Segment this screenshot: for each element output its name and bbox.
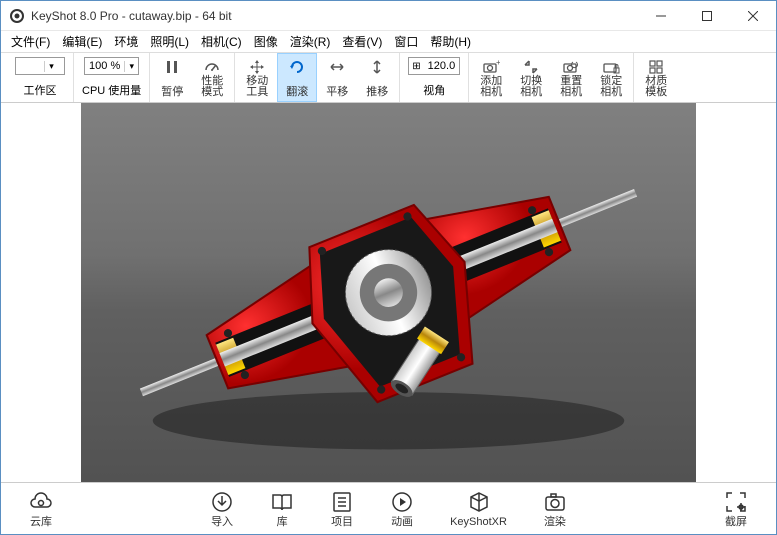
camera-switch-icon: [522, 57, 540, 76]
menu-help[interactable]: 帮助(H): [424, 31, 477, 52]
pan-icon: [328, 57, 346, 77]
book-icon: [270, 489, 294, 515]
pan-button[interactable]: 平移: [317, 53, 357, 102]
chevron-down-icon: ▾: [124, 61, 138, 72]
cpu-usage-combo[interactable]: 100 %▾ CPU 使用量: [76, 53, 147, 102]
model-cutaway-render: [81, 103, 696, 482]
rotate-icon: [288, 57, 306, 77]
cloud-icon: [29, 489, 53, 515]
bottombar: 云库 导入 库 项目 动画 KeyShotXR 渲染 截屏: [1, 482, 776, 534]
menu-view[interactable]: 查看(V): [336, 31, 388, 52]
menu-render[interactable]: 渲染(R): [284, 31, 337, 52]
titlebar: KeyShot 8.0 Pro - cutaway.bip - 64 bit: [1, 1, 776, 31]
library-button[interactable]: 库: [252, 483, 312, 534]
camera-plus-icon: +: [482, 57, 500, 76]
minimize-button[interactable]: [638, 1, 684, 31]
render-view[interactable]: [81, 103, 696, 482]
move-icon: [248, 57, 266, 76]
reset-camera-button[interactable]: 重置 相机: [551, 53, 591, 102]
move-tool-button[interactable]: 移动 工具: [237, 53, 277, 102]
list-icon: [330, 489, 354, 515]
dolly-icon: [368, 57, 386, 77]
pause-button[interactable]: 暂停: [152, 53, 192, 102]
app-logo-icon: [9, 8, 25, 24]
performance-button[interactable]: 性能 模式: [192, 53, 232, 102]
screenshot-button[interactable]: 截屏: [706, 483, 766, 534]
tumble-button[interactable]: 翻滚: [277, 53, 317, 102]
material-icon: [647, 57, 665, 76]
render-button[interactable]: 渲染: [525, 483, 585, 534]
angle-icon: ⊞: [409, 61, 423, 72]
menu-camera[interactable]: 相机(C): [195, 31, 248, 52]
keyshotxr-button[interactable]: KeyShotXR: [432, 483, 525, 534]
toolbar: ▾ 工作区 100 %▾ CPU 使用量 暂停 性能 模式 移动 工具 翻滚: [1, 53, 776, 103]
workspace-combo[interactable]: ▾ 工作区: [9, 53, 71, 102]
viewport-left-margin: [1, 103, 81, 482]
gauge-icon: [203, 57, 221, 76]
menubar: 文件(F) 编辑(E) 环境 照明(L) 相机(C) 图像 渲染(R) 查看(V…: [1, 31, 776, 53]
svg-text:+: +: [496, 58, 500, 67]
material-template-button[interactable]: 材质 模板: [636, 53, 676, 102]
cloud-library-button[interactable]: 云库: [11, 483, 71, 534]
add-camera-button[interactable]: + 添加 相机: [471, 53, 511, 102]
pause-icon: [163, 57, 181, 77]
crop-target-icon: [724, 489, 748, 515]
chevron-down-icon: ▾: [44, 61, 58, 72]
import-icon: [210, 489, 234, 515]
camera-lock-icon: [602, 57, 620, 76]
play-circle-icon: [390, 489, 414, 515]
maximize-button[interactable]: [684, 1, 730, 31]
cube-icon: [467, 489, 491, 515]
dolly-button[interactable]: 推移: [357, 53, 397, 102]
camera-icon: [543, 489, 567, 515]
viewport: [1, 103, 776, 482]
animation-button[interactable]: 动画: [372, 483, 432, 534]
menu-window[interactable]: 窗口: [388, 31, 424, 52]
import-button[interactable]: 导入: [192, 483, 252, 534]
lock-camera-button[interactable]: 锁定 相机: [591, 53, 631, 102]
project-button[interactable]: 项目: [312, 483, 372, 534]
close-button[interactable]: [730, 1, 776, 31]
camera-reset-icon: [562, 57, 580, 76]
view-angle-input[interactable]: ⊞120.0 视角: [402, 53, 466, 102]
menu-image[interactable]: 图像: [248, 31, 284, 52]
menu-environment[interactable]: 环境: [108, 31, 144, 52]
menu-lighting[interactable]: 照明(L): [144, 31, 195, 52]
window-title: KeyShot 8.0 Pro - cutaway.bip - 64 bit: [31, 9, 232, 23]
menu-edit[interactable]: 编辑(E): [56, 31, 108, 52]
switch-camera-button[interactable]: 切换 相机: [511, 53, 551, 102]
viewport-right-margin: [696, 103, 776, 482]
menu-file[interactable]: 文件(F): [5, 31, 56, 52]
